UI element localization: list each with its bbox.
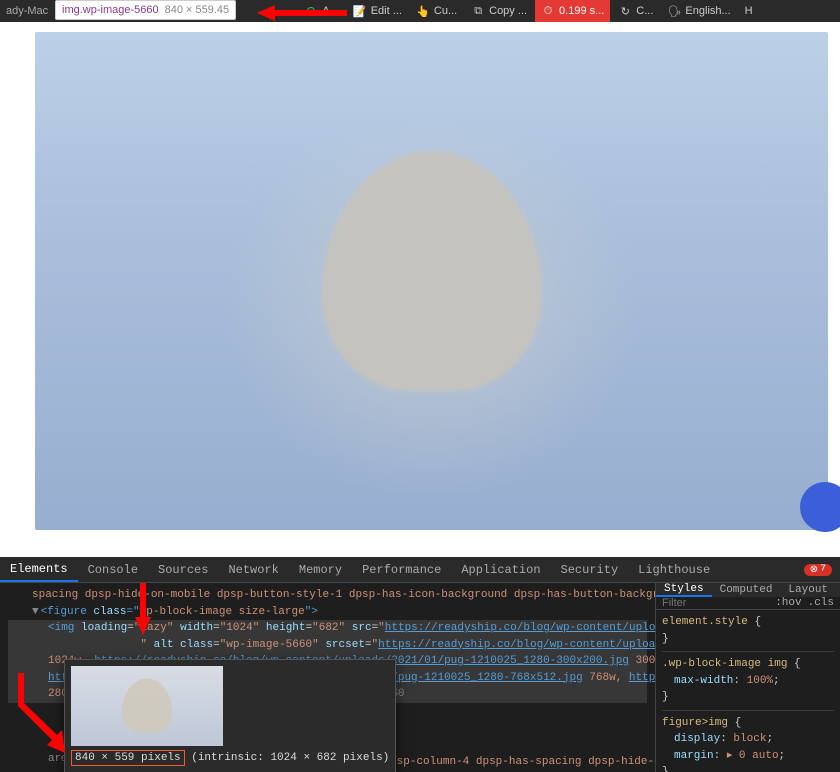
image-hover-preview: 840 × 559 pixels (intrinsic: 1024 × 682 … xyxy=(64,659,396,772)
intrinsic-pixels: (intrinsic: 1024 × 682 pixels) xyxy=(191,752,389,764)
toolbar-item-speed[interactable]: ⏱0.199 s... xyxy=(535,0,610,22)
elements-tree[interactable]: spacing dpsp-hide-on-mobile dpsp-button-… xyxy=(0,583,655,772)
gauge-icon: ⏱ xyxy=(541,4,555,18)
tab-sources[interactable]: Sources xyxy=(148,557,218,582)
toolbar-item[interactable]: 👆Cu... xyxy=(410,0,463,22)
error-badge[interactable]: ⊗7 xyxy=(804,564,832,576)
toolbar-item[interactable]: ↻C... xyxy=(612,0,659,22)
devtools-panel: Elements Console Sources Network Memory … xyxy=(0,557,840,772)
toolbar-item[interactable]: H xyxy=(739,0,759,22)
cursor-icon: 👆 xyxy=(416,4,430,18)
tab-lighthouse[interactable]: Lighthouse xyxy=(628,557,720,582)
tab-application[interactable]: Application xyxy=(451,557,550,582)
edit-icon: 📝 xyxy=(353,4,367,18)
tooltip-selector: img.wp-image-5660 xyxy=(62,4,159,16)
tooltip-dimensions: 840 × 559.45 xyxy=(165,4,230,16)
styles-tab-layout[interactable]: Layout xyxy=(780,583,836,597)
refresh-icon: ↻ xyxy=(618,4,632,18)
styles-filter-row: :hov .cls xyxy=(656,597,840,610)
hover-thumbnail xyxy=(71,666,223,746)
tab-fragment: ady-Mac xyxy=(0,5,48,17)
webpage-viewport xyxy=(0,22,840,557)
annotation-arrow-mid xyxy=(132,583,154,642)
annotation-arrow-bottom xyxy=(10,673,65,760)
styles-tab-styles[interactable]: Styles xyxy=(656,583,712,597)
copy-icon: ⧉ xyxy=(471,4,485,18)
toolbar-item[interactable]: ⧉Copy ... xyxy=(465,0,533,22)
styles-rules[interactable]: element.style {} .wp-block-image img { m… xyxy=(656,610,840,772)
annotation-arrow-top xyxy=(257,3,347,28)
hov-toggle[interactable]: :hov xyxy=(775,597,801,609)
element-inspector-tooltip: img.wp-image-5660 840 × 559.45 xyxy=(55,0,236,20)
tab-security[interactable]: Security xyxy=(551,557,629,582)
tab-memory[interactable]: Memory xyxy=(289,557,352,582)
tab-console[interactable]: Console xyxy=(78,557,148,582)
devtools-body: spacing dpsp-hide-on-mobile dpsp-button-… xyxy=(0,583,840,772)
styles-panel: Styles Computed Layout :hov .cls element… xyxy=(655,583,840,772)
styles-filter-input[interactable] xyxy=(662,597,722,609)
translate-icon: 🗣 xyxy=(667,4,681,18)
toolbar-item[interactable]: 🗣English... xyxy=(661,0,736,22)
toolbar-items: A... 📝Edit ... 👆Cu... ⧉Copy ... ⏱0.199 s… xyxy=(298,0,758,22)
tab-performance[interactable]: Performance xyxy=(352,557,451,582)
rendered-pixels: 840 × 559 pixels xyxy=(71,750,185,766)
cls-toggle[interactable]: .cls xyxy=(808,597,834,609)
browser-extensions-toolbar: ady-Mac img.wp-image-5660 840 × 559.45 A… xyxy=(0,0,840,22)
tab-elements[interactable]: Elements xyxy=(0,557,78,582)
styles-tabs: Styles Computed Layout xyxy=(656,583,840,597)
styles-tab-computed[interactable]: Computed xyxy=(712,583,781,597)
tab-network[interactable]: Network xyxy=(218,557,288,582)
error-icon: ⊗ xyxy=(810,564,818,576)
devtools-tabs: Elements Console Sources Network Memory … xyxy=(0,557,840,583)
toolbar-item[interactable]: 📝Edit ... xyxy=(347,0,408,22)
hero-image[interactable] xyxy=(35,32,828,530)
